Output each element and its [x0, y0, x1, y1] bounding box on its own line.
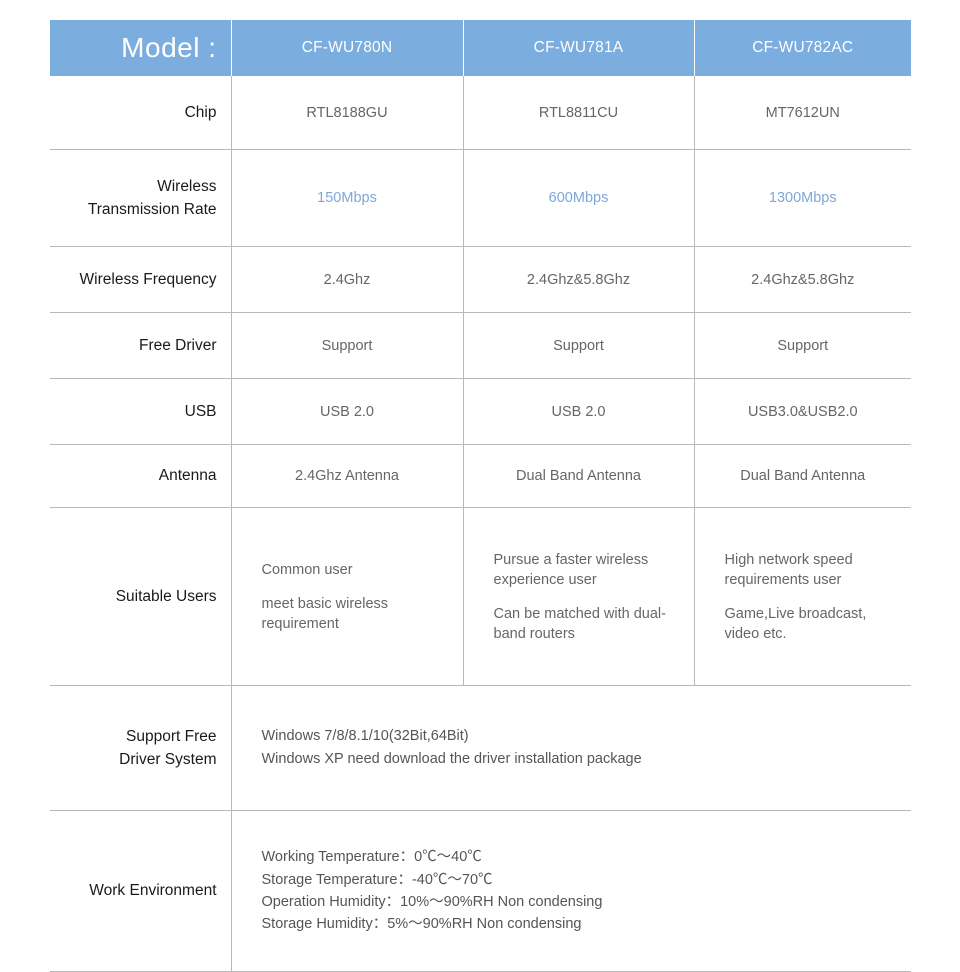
model-label: Model :	[50, 20, 232, 76]
row-label-usb: USB	[50, 378, 232, 445]
work-environment-line-3: Operation Humidity：10%〜90%RH Non condens…	[261, 894, 603, 910]
cell-suitable-users-3: High network speed requirements user Gam…	[694, 507, 911, 686]
cell-antenna-3: Dual Band Antenna	[694, 444, 911, 508]
cell-frequency-2: 2.4Ghz&5.8Ghz	[463, 246, 695, 313]
table-row: USB USB 2.0 USB 2.0 USB3.0&USB2.0	[50, 378, 911, 445]
cell-frequency-3: 2.4Ghz&5.8Ghz	[694, 246, 911, 313]
row-label-support-free-driver-system: Support Free Driver System	[50, 685, 232, 811]
cell-work-environment: Working Temperature：0℃〜40℃ Storage Tempe…	[231, 810, 911, 972]
cell-rate-1: 150Mbps	[231, 149, 464, 247]
table-row: Work Environment Working Temperature：0℃〜…	[50, 810, 911, 972]
cell-rate-3: 1300Mbps	[694, 149, 911, 247]
cell-chip-1: RTL8188GU	[231, 76, 464, 150]
work-environment-line-2: Storage Temperature：-40℃〜70℃	[261, 871, 493, 888]
row-label-suitable-users: Suitable Users	[50, 507, 232, 686]
suitable-users-3-line-2: Game,Live broadcast, video etc.	[724, 605, 867, 642]
row-label-work-environment: Work Environment	[50, 810, 232, 972]
cell-usb-3: USB3.0&USB2.0	[694, 378, 911, 445]
suitable-users-2-line-2: Can be matched with dual-band routers	[493, 605, 667, 642]
cell-suitable-users-2: Pursue a faster wireless experience user…	[463, 507, 695, 686]
cell-antenna-1: 2.4Ghz Antenna	[231, 444, 464, 508]
model-column-3: CF-WU782AC	[694, 20, 911, 76]
work-environment-line-4: Storage Humidity：5%〜90%RH Non condensing	[261, 916, 582, 933]
model-column-1: CF-WU780N	[231, 20, 464, 76]
suitable-users-1-line-2: meet basic wireless requirement	[261, 595, 389, 632]
row-label-chip: Chip	[50, 76, 232, 150]
table-row: Free Driver Support Support Support	[50, 312, 911, 379]
cell-support-free-driver-system: Windows 7/8/8.1/10(32Bit,64Bit) Windows …	[231, 685, 911, 811]
table-row: Support Free Driver System Windows 7/8/8…	[50, 685, 911, 811]
row-label-free-driver: Free Driver	[50, 312, 232, 379]
cell-chip-2: RTL8811CU	[463, 76, 695, 150]
cell-free-driver-3: Support	[694, 312, 911, 379]
spec-sheet: Model : CF-WU780N CF-WU781A CF-WU782AC C…	[0, 0, 960, 972]
suitable-users-1-line-1: Common user	[261, 561, 353, 578]
suitable-users-3-line-1: High network speed requirements user	[724, 551, 853, 588]
row-label-wireless-frequency: Wireless Frequency	[50, 246, 232, 313]
work-environment-line-1: Working Temperature：0℃〜40℃	[261, 849, 482, 866]
table-row: Suitable Users Common user meet basic wi…	[50, 507, 911, 686]
driver-system-line-1: Windows 7/8/8.1/10(32Bit,64Bit)	[261, 727, 469, 744]
table-row: Antenna 2.4Ghz Antenna Dual Band Antenna…	[50, 444, 911, 508]
suitable-users-2-line-1: Pursue a faster wireless experience user	[493, 551, 649, 588]
table-row: Chip RTL8188GU RTL8811CU MT7612UN	[50, 76, 911, 150]
cell-suitable-users-1: Common user meet basic wireless requirem…	[231, 507, 464, 686]
cell-chip-3: MT7612UN	[694, 76, 911, 150]
cell-usb-1: USB 2.0	[231, 378, 464, 445]
model-column-2: CF-WU781A	[463, 20, 695, 76]
table-header-row: Model : CF-WU780N CF-WU781A CF-WU782AC	[50, 20, 911, 76]
cell-free-driver-2: Support	[463, 312, 695, 379]
cell-free-driver-1: Support	[231, 312, 464, 379]
table-row: Wireless Frequency 2.4Ghz 2.4Ghz&5.8Ghz …	[50, 246, 911, 313]
driver-system-line-2: Windows XP need download the driver inst…	[261, 751, 642, 767]
cell-antenna-2: Dual Band Antenna	[463, 444, 695, 508]
product-comparison-table: Model : CF-WU780N CF-WU781A CF-WU782AC C…	[50, 20, 911, 972]
table-row: Wireless Transmission Rate 150Mbps 600Mb…	[50, 149, 911, 247]
row-label-antenna: Antenna	[50, 444, 232, 508]
cell-frequency-1: 2.4Ghz	[231, 246, 464, 313]
row-label-transmission-rate: Wireless Transmission Rate	[50, 149, 232, 247]
cell-usb-2: USB 2.0	[463, 378, 695, 445]
cell-rate-2: 600Mbps	[463, 149, 695, 247]
